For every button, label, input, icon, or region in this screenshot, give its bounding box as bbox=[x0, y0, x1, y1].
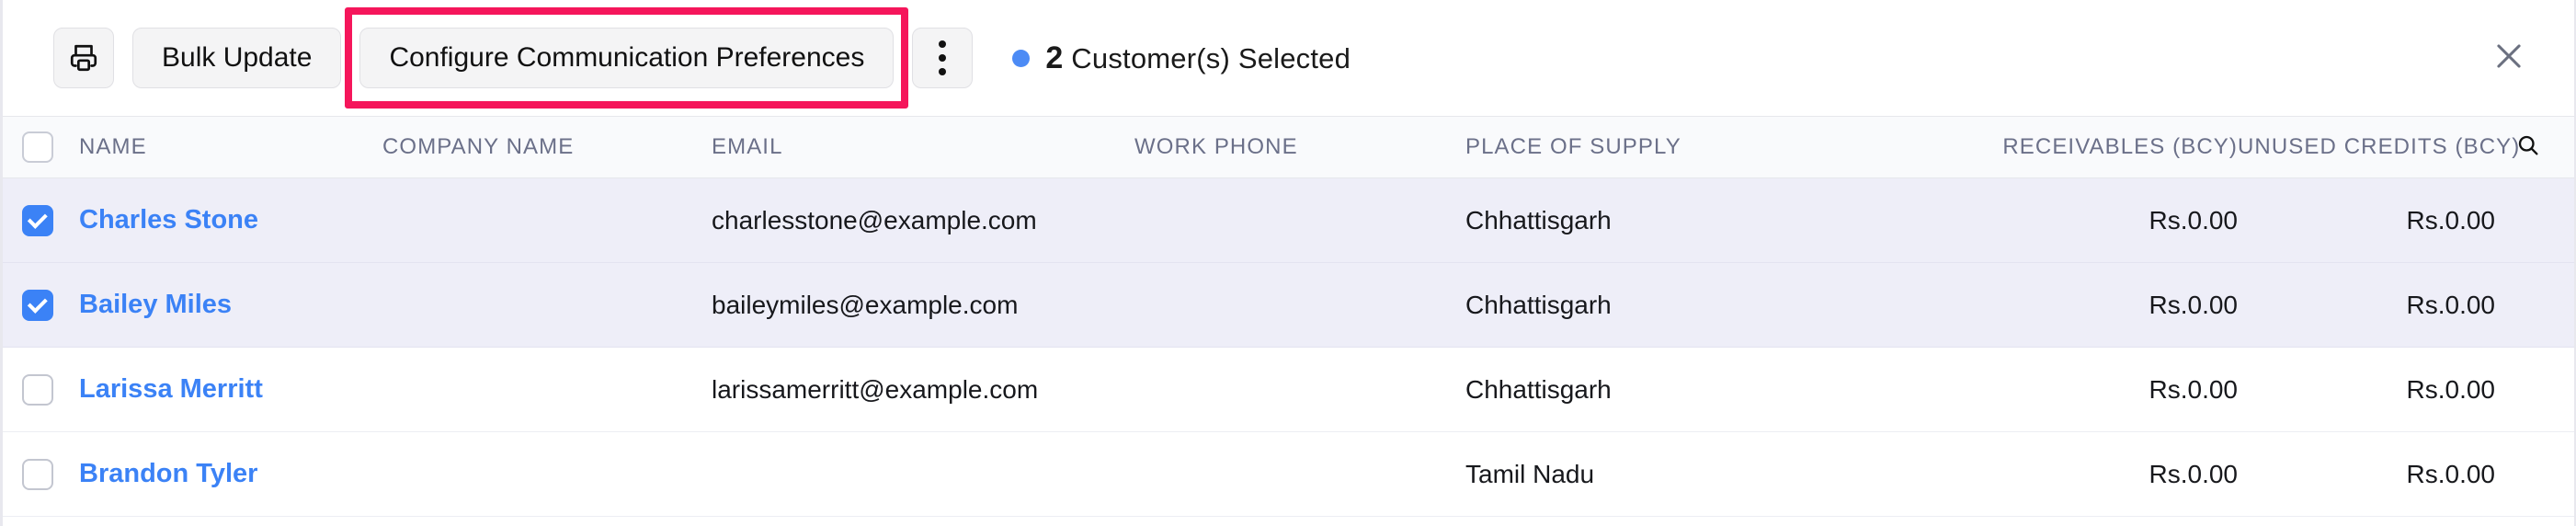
configure-preferences-label: Configure Communication Preferences bbox=[389, 42, 865, 73]
column-header-work-phone[interactable]: WORK PHONE bbox=[1134, 134, 1298, 159]
name-cell: Larissa Merritt bbox=[53, 374, 382, 405]
kebab-menu-icon bbox=[939, 40, 947, 75]
selection-dot-icon bbox=[1012, 49, 1031, 67]
receivables-cell: Rs.0.00 bbox=[2149, 374, 2239, 404]
configure-preferences-highlight: Configure Communication Preferences bbox=[345, 7, 909, 109]
selection-status-text: 2 Customer(s) Selected bbox=[1045, 40, 1351, 76]
place-of-supply-cell: Tamil Nadu bbox=[1465, 459, 1595, 488]
table-row[interactable]: Bailey Miles baileymiles@example.com Chhat… bbox=[3, 263, 2574, 348]
customer-name-link[interactable]: Charles Stone bbox=[79, 205, 258, 234]
receivables-cell: Rs.0.00 bbox=[2149, 290, 2239, 319]
column-header-unused-credits[interactable]: UNUSED CREDITS (BCY) bbox=[2238, 134, 2519, 160]
table-header-row: NAME COMPANY NAME EMAIL WORK PHONE PLACE… bbox=[3, 116, 2574, 178]
bulk-update-button[interactable]: Bulk Update bbox=[132, 28, 342, 88]
printer-icon bbox=[68, 42, 99, 74]
select-all-checkbox[interactable] bbox=[22, 132, 53, 163]
column-header-receivables[interactable]: RECEIVABLES (BCY) bbox=[1907, 134, 2238, 160]
place-of-supply-cell: Chhattisgarh bbox=[1465, 290, 1612, 319]
table-search-cell bbox=[2495, 132, 2574, 163]
customers-table: NAME COMPANY NAME EMAIL WORK PHONE PLACE… bbox=[3, 116, 2574, 517]
table-row[interactable]: Brandon Tyler Tamil Nadu Rs.0.00 Rs.0.00 bbox=[3, 432, 2574, 517]
selection-label: Customer(s) Selected bbox=[1071, 41, 1351, 74]
configure-communication-preferences-button[interactable]: Configure Communication Preferences bbox=[359, 28, 895, 88]
name-cell: Brandon Tyler bbox=[53, 459, 382, 489]
email-cell: baileymiles@example.com bbox=[712, 290, 1019, 319]
receivables-cell: Rs.0.00 bbox=[2149, 205, 2239, 234]
close-icon bbox=[2491, 39, 2526, 78]
row-select-checkbox[interactable] bbox=[22, 458, 53, 490]
selection-status: 2 Customer(s) Selected bbox=[1012, 40, 1351, 76]
bulk-action-toolbar: Bulk Update Configure Communication Pref… bbox=[3, 0, 2574, 116]
more-actions-button[interactable] bbox=[912, 28, 974, 88]
table-row[interactable]: Larissa Merritt larissamerritt@example.co… bbox=[3, 348, 2574, 432]
unused-credits-cell: Rs.0.00 bbox=[2406, 374, 2496, 404]
customer-name-link[interactable]: Bailey Miles bbox=[79, 290, 232, 319]
column-header-email[interactable]: EMAIL bbox=[712, 134, 783, 159]
column-header-name[interactable]: NAME bbox=[79, 134, 147, 159]
select-all-cell bbox=[3, 132, 53, 163]
customer-list-screen: Bulk Update Configure Communication Pref… bbox=[0, 0, 2576, 526]
email-cell: larissamerritt@example.com bbox=[712, 374, 1039, 404]
row-select-cell bbox=[3, 458, 53, 490]
table-row[interactable]: Charles Stone charlesstone@example.com Chh… bbox=[3, 178, 2574, 263]
search-icon[interactable] bbox=[2515, 132, 2541, 163]
column-header-company-name[interactable]: COMPANY NAME bbox=[382, 134, 574, 159]
column-header-place-of-supply[interactable]: PLACE OF SUPPLY bbox=[1465, 134, 1681, 159]
place-of-supply-cell: Chhattisgarh bbox=[1465, 205, 1612, 234]
customer-name-link[interactable]: Larissa Merritt bbox=[79, 374, 263, 404]
email-cell: charlesstone@example.com bbox=[712, 205, 1037, 234]
customer-name-link[interactable]: Brandon Tyler bbox=[79, 459, 257, 488]
print-button[interactable] bbox=[53, 28, 114, 88]
bulk-update-label: Bulk Update bbox=[162, 42, 313, 73]
place-of-supply-cell: Chhattisgarh bbox=[1465, 374, 1612, 404]
unused-credits-cell: Rs.0.00 bbox=[2406, 205, 2496, 234]
row-select-cell bbox=[3, 289, 53, 321]
unused-credits-cell: Rs.0.00 bbox=[2406, 290, 2496, 319]
row-select-cell bbox=[3, 373, 53, 406]
row-select-checkbox[interactable] bbox=[22, 373, 53, 406]
table-body: Charles Stone charlesstone@example.com Chh… bbox=[3, 178, 2574, 517]
row-select-cell bbox=[3, 204, 53, 236]
row-select-checkbox[interactable] bbox=[22, 289, 53, 321]
name-cell: Charles Stone bbox=[53, 205, 382, 235]
receivables-cell: Rs.0.00 bbox=[2149, 459, 2239, 488]
selection-count: 2 bbox=[1045, 40, 1064, 75]
close-toolbar-button[interactable] bbox=[2484, 33, 2534, 83]
name-cell: Bailey Miles bbox=[53, 290, 382, 320]
unused-credits-cell: Rs.0.00 bbox=[2406, 459, 2496, 488]
row-select-checkbox[interactable] bbox=[22, 204, 53, 236]
